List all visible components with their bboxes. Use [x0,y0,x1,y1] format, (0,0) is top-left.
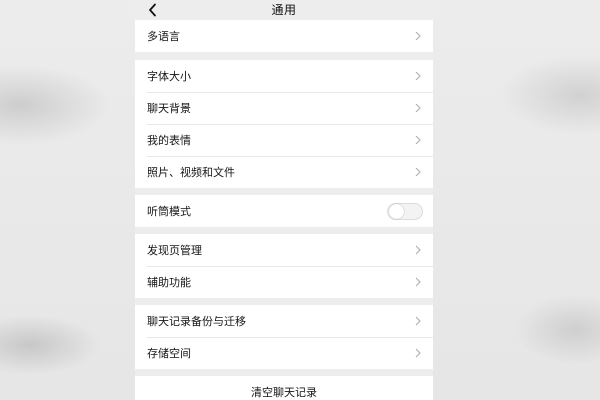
settings-item-font-size[interactable]: 字体大小 [135,60,433,92]
settings-item-label: 字体大小 [147,70,191,83]
settings-group-features: 发现页管理 辅助功能 [135,234,433,298]
settings-item-chat-background[interactable]: 聊天背景 [135,92,433,124]
settings-item-media-files[interactable]: 照片、视频和文件 [135,156,433,188]
chevron-right-icon [415,71,421,81]
settings-group-display: 字体大小 聊天背景 我的表情 照片、视频和文件 [135,60,433,188]
settings-group-earpiece: 听筒模式 [135,195,433,227]
settings-item-label: 聊天背景 [147,102,191,115]
chevron-right-icon [415,135,421,145]
settings-group-language: 多语言 [135,20,433,52]
nav-bar: 通用 [135,0,433,20]
settings-item-discover-management[interactable]: 发现页管理 [135,234,433,266]
settings-item-storage[interactable]: 存储空间 [135,337,433,369]
chevron-right-icon [415,103,421,113]
settings-item-label: 辅助功能 [147,276,191,289]
settings-item-label: 存储空间 [147,347,191,360]
settings-item-my-stickers[interactable]: 我的表情 [135,124,433,156]
settings-item-earpiece-mode: 听筒模式 [135,195,433,227]
settings-item-chat-backup[interactable]: 聊天记录备份与迁移 [135,305,433,337]
settings-group-storage: 聊天记录备份与迁移 存储空间 [135,305,433,369]
chevron-right-icon [415,31,421,41]
chevron-right-icon [415,245,421,255]
settings-item-label: 多语言 [147,30,180,43]
settings-item-label: 发现页管理 [147,244,202,257]
settings-item-label: 聊天记录备份与迁移 [147,315,246,328]
settings-item-label: 我的表情 [147,134,191,147]
chevron-right-icon [415,167,421,177]
chevron-right-icon [415,348,421,358]
settings-item-label: 听筒模式 [147,205,191,218]
settings-item-label: 照片、视频和文件 [147,166,235,179]
settings-screen: 通用 多语言 字体大小 聊天背景 我的表情 照片、视频和文件 听筒模式 发现页管… [135,0,433,400]
chevron-right-icon [415,277,421,287]
clear-chat-history-button[interactable]: 清空聊天记录 [135,376,433,400]
chevron-right-icon [415,316,421,326]
settings-item-language[interactable]: 多语言 [135,20,433,52]
toggle-knob [389,204,404,219]
page-title: 通用 [271,3,297,17]
settings-item-accessibility[interactable]: 辅助功能 [135,266,433,298]
earpiece-mode-toggle[interactable] [387,203,423,220]
